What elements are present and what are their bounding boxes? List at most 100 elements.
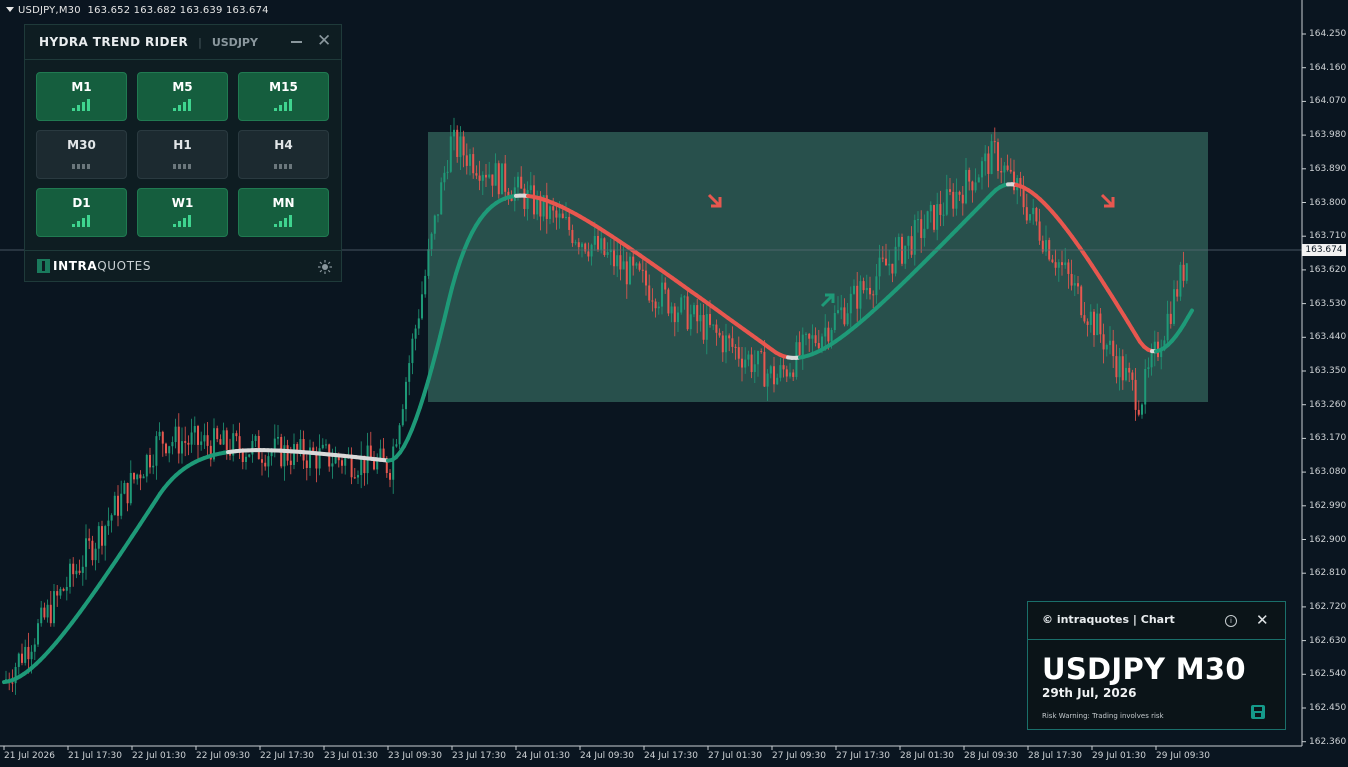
candle-body [981, 161, 983, 178]
candle-body [581, 243, 583, 248]
candle-body [721, 335, 724, 353]
candle-body [766, 373, 769, 387]
candle-body [1121, 356, 1124, 381]
candle-body [331, 463, 334, 467]
timeframe-tile-m5[interactable]: M5 [137, 72, 228, 121]
candle-body [443, 172, 446, 183]
candle-body [552, 206, 555, 211]
candle-body [171, 442, 174, 447]
candle-body [737, 347, 740, 359]
time-tick-label: 28 Jul 01:30 [900, 751, 954, 761]
candle-body [577, 242, 580, 248]
timeframe-tile-mn[interactable]: MN [238, 188, 329, 237]
panel-separator: | [198, 35, 202, 49]
candle-body [1096, 313, 1099, 336]
card-brand: © intraquotes | Chart [1042, 613, 1175, 626]
candle-body [574, 242, 577, 244]
candle-body [72, 563, 75, 575]
candle-body [469, 154, 471, 166]
candle-body [488, 174, 491, 178]
candle-body [949, 189, 951, 192]
candle-body [645, 270, 647, 286]
risk-warning: Risk Warning: Trading involves risk [1042, 712, 1164, 720]
candle-body [600, 238, 603, 250]
timeframe-tile-h1[interactable]: H1 [137, 130, 228, 179]
candle-body [478, 175, 481, 181]
candle-body [910, 236, 913, 255]
candle-body [161, 431, 164, 444]
candle-body [689, 314, 692, 330]
candle-body [193, 426, 196, 433]
candle-body [712, 324, 715, 326]
candle-body [408, 363, 411, 382]
candle-body [872, 294, 875, 296]
candle-body [245, 456, 247, 463]
candle-body [801, 334, 804, 356]
candle-body [875, 276, 878, 296]
candle-body [1000, 171, 1003, 173]
candle-body [533, 185, 535, 215]
timeframe-tile-d1[interactable]: D1 [36, 188, 127, 237]
candle-body [705, 314, 708, 340]
candle-body [699, 315, 702, 322]
timeframe-label: M30 [67, 138, 96, 152]
panel-header[interactable]: HYDRA TREND RIDER | USDJPY ✕ [25, 25, 341, 60]
candle-body [267, 456, 270, 467]
candle-body [1102, 334, 1105, 350]
price-tick-label: 162.810 [1309, 568, 1347, 579]
candle-body [305, 460, 308, 468]
candle-body [126, 482, 129, 504]
time-tick-label: 22 Jul 01:30 [132, 751, 186, 761]
timeframe-tile-m15[interactable]: M15 [238, 72, 329, 121]
candle-body [1025, 207, 1028, 221]
candle-body [520, 176, 523, 189]
candle-body [177, 426, 180, 454]
save-icon[interactable] [1251, 705, 1265, 719]
candle-body [27, 646, 30, 660]
candle-body [165, 443, 167, 454]
candle-body [145, 454, 148, 477]
sun-icon[interactable] [318, 260, 332, 274]
timeframe-tile-w1[interactable]: W1 [137, 188, 228, 237]
info-icon[interactable]: i [1225, 615, 1237, 627]
candle-body [651, 300, 654, 302]
candle-body [190, 432, 193, 445]
candle-body [923, 228, 926, 238]
candle-body [497, 163, 500, 195]
close-icon[interactable]: ✕ [317, 33, 331, 50]
candle-body [734, 346, 737, 348]
price-tick-label: 163.350 [1309, 366, 1347, 376]
candle-body [46, 604, 49, 618]
candle-body [1105, 345, 1108, 350]
candle-body [1150, 351, 1153, 368]
dropdown-triangle-icon[interactable] [6, 7, 14, 12]
minus-icon[interactable] [291, 41, 302, 43]
candle-body [632, 256, 635, 266]
candle-body [952, 191, 955, 209]
candle-body [1051, 259, 1054, 263]
candle-body [997, 142, 999, 172]
candle-body [558, 213, 561, 218]
signal-strength-icon [273, 215, 294, 227]
candle-body [1006, 165, 1009, 170]
candle-body [456, 129, 459, 157]
candle-body [142, 476, 145, 479]
panel-footer: INTRAQUOTES [25, 250, 341, 283]
candle-body [680, 297, 683, 313]
timeframe-tile-h4[interactable]: H4 [238, 130, 329, 179]
candle-body [203, 435, 206, 442]
candle-body [603, 238, 606, 255]
candle-body [529, 185, 532, 191]
candle-body [1141, 404, 1143, 415]
timeframe-label: D1 [72, 196, 91, 210]
close-icon[interactable]: ✕ [1256, 611, 1269, 629]
candle-body [1169, 313, 1172, 324]
candle-body [277, 436, 279, 439]
candle-body [101, 526, 103, 546]
timeframe-tile-m30[interactable]: M30 [36, 130, 127, 179]
candle-body [251, 440, 254, 455]
timeframe-tile-m1[interactable]: M1 [36, 72, 127, 121]
candle-body [405, 381, 407, 410]
candle-body [494, 163, 497, 186]
candle-body [792, 372, 795, 377]
